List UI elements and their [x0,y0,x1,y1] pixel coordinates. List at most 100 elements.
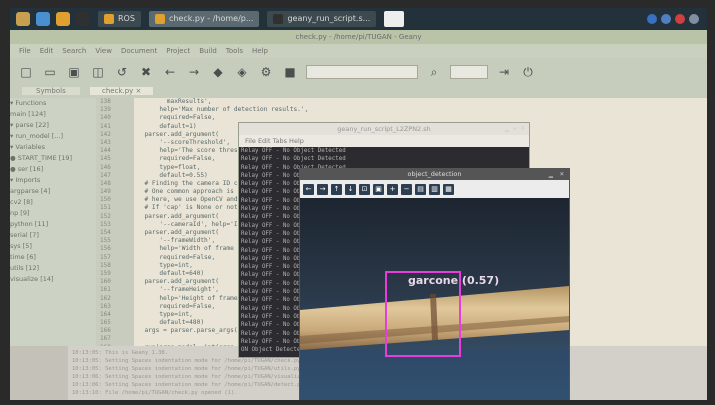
close-icon[interactable]: × [560,170,564,178]
sidebar-item[interactable]: ▾ Variables [10,142,96,153]
line-number: 141 [100,122,111,130]
line-number: 158 [100,261,111,269]
wifi-icon[interactable] [661,14,671,24]
taskbar-item-geany[interactable]: check.py - /home/p... [148,11,260,27]
sidebar-item[interactable]: main [124] [10,109,96,120]
message-line: 10:13:10: File /home/pi/TUGAN/check.py o… [72,390,238,396]
revert-icon[interactable]: ↺ [114,65,130,79]
image-toolbar: ← → ↑ ↓ ⊡ ▣ + − ▤ ▥ ▦ [300,180,569,198]
color-chooser-icon[interactable]: ■ [282,65,298,79]
properties-icon[interactable]: ▦ [443,183,454,195]
minimize-icon[interactable]: ▁ [505,124,509,132]
bluetooth-icon[interactable] [647,14,657,24]
line-number: 154 [100,229,111,236]
taskbar-item-ros[interactable]: ROS [98,11,141,27]
message-line: 10:13:05: This is Geany 1.38. [72,350,169,356]
close-icon[interactable]: × [521,124,525,132]
run-icon[interactable]: ⚙ [258,65,274,79]
sidebar-item[interactable]: ● START_TIME [19] [10,153,96,164]
taskbar-item-terminal[interactable]: geany_run_script.s... [267,11,377,27]
sidebar-item[interactable]: python [11] [10,219,96,230]
pan-right-icon[interactable]: → [317,183,328,195]
object-detection-window[interactable]: object_detection ▁ × ← → ↑ ↓ ⊡ ▣ + − ▤ ▥… [299,168,570,400]
menu-help[interactable]: Help [252,47,268,55]
taskbar-item-window[interactable] [384,11,405,27]
code-line: maxResults', [137,98,212,105]
save-image-icon[interactable]: ▤ [415,183,426,195]
terminal-menubar[interactable]: File Edit Tabs Help [239,135,529,147]
forward-icon[interactable]: → [186,65,202,79]
line-number: 149 [100,188,111,196]
line-number: 148 [100,179,111,187]
build-icon[interactable]: ◈ [234,65,250,79]
sidebar-item[interactable]: np [9] [10,208,96,219]
goto-icon[interactable]: ⇥ [496,65,512,79]
raspberry-menu-icon[interactable] [16,12,30,26]
menu-search[interactable]: Search [62,47,86,55]
message-line: 10:13:05: Setting Spaces indentation mod… [72,366,304,372]
tab-symbols[interactable]: Symbols [22,87,80,95]
menu-tools[interactable]: Tools [226,47,243,55]
line-number: 167 [100,335,111,343]
browser-icon[interactable] [36,12,50,26]
save-icon[interactable]: ▣ [66,65,82,79]
menu-view[interactable]: View [95,47,112,55]
menu-document[interactable]: Document [121,47,157,55]
menu-edit[interactable]: Edit [40,47,54,55]
back-icon[interactable]: ← [162,65,178,79]
sidebar-item[interactable]: ▾ parse [22] [10,120,96,131]
search-icon[interactable]: ⌕ [426,65,442,80]
minimize-icon[interactable]: ▁ [549,170,553,178]
system-tray [647,14,699,24]
volume-icon[interactable] [675,14,685,24]
menu-file[interactable]: File [19,47,31,55]
new-file-icon[interactable]: □ [18,65,34,79]
menu-project[interactable]: Project [166,47,190,55]
line-number: 166 [100,327,111,335]
zoom-original-icon[interactable]: ▣ [373,183,384,195]
sidebar-item[interactable]: argparse [4] [10,186,96,197]
line-number: 163 [100,302,111,310]
terminal-icon[interactable] [76,12,90,26]
goto-line-input[interactable] [450,65,488,79]
code-line: help='Max number of detection results.', [137,106,309,114]
copy-icon[interactable]: ▥ [429,183,440,195]
compile-icon[interactable]: ◆ [210,65,226,79]
sidebar-item[interactable]: serial [7] [10,230,96,241]
zoom-in-icon[interactable]: + [387,183,398,195]
line-number: 151 [100,204,111,212]
quit-icon[interactable]: ⏻ [520,65,536,80]
zoom-fit-icon[interactable]: ⊡ [359,183,370,195]
sidebar-item[interactable]: visualize [14] [10,274,96,285]
clock-icon[interactable] [689,14,699,24]
tab-check-py[interactable]: check.py × [90,87,154,95]
pan-left-icon[interactable]: ← [303,183,314,195]
sidebar-item[interactable]: ▾ Functions [10,98,96,109]
save-all-icon[interactable]: ◫ [90,65,106,79]
open-file-icon[interactable]: ▭ [42,65,58,79]
pan-up-icon[interactable]: ↑ [331,183,342,195]
zoom-out-icon[interactable]: − [401,183,412,195]
line-number: 142 [100,130,111,138]
pan-down-icon[interactable]: ↓ [345,183,356,195]
line-number: 161 [100,286,111,294]
maximize-icon[interactable]: ▴ [513,124,517,132]
line-number: 140 [100,114,111,122]
sidebar-item[interactable]: utils [12] [10,263,96,274]
close-icon[interactable]: ✖ [138,65,154,79]
sidebar-item[interactable]: ▾ Imports [10,175,96,186]
search-input[interactable] [306,65,418,79]
line-number: 164 [100,310,111,318]
folder-icon[interactable] [56,12,70,26]
sidebar-item[interactable]: time [6] [10,252,96,263]
editor-tabs: Symbols check.py × [10,86,707,98]
message-line: 10:13:05: Setting Spaces indentation mod… [72,358,304,364]
line-number: 155 [100,237,111,245]
menu-build[interactable]: Build [199,47,217,55]
terminal-line: Relay OFF - No Object Detected [241,156,346,163]
sidebar-item[interactable]: sys [5] [10,241,96,252]
line-number: 157 [100,253,111,261]
sidebar-item[interactable]: ▾ run_model [...] [10,131,96,142]
sidebar-item[interactable]: cv2 [8] [10,197,96,208]
sidebar-item[interactable]: ● ser [16] [10,164,96,175]
